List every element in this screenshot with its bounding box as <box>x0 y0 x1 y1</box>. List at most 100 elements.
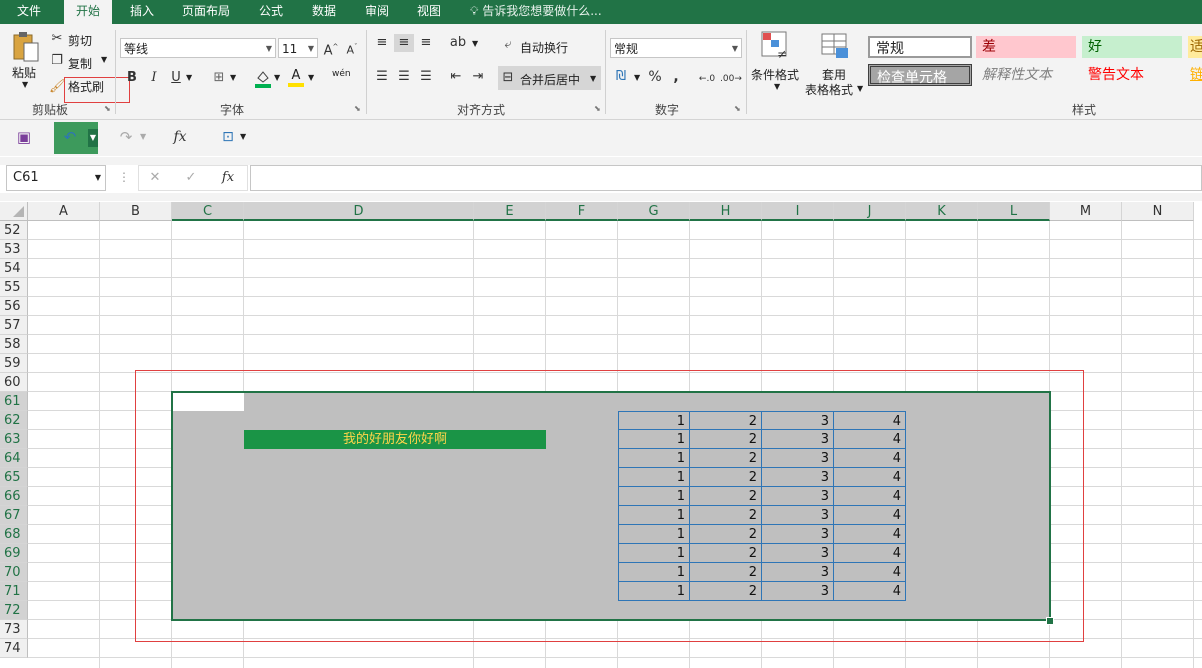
clipboard-launcher-icon[interactable]: ⬊ <box>104 104 111 113</box>
column-header-J[interactable]: J <box>834 202 906 221</box>
tell-me-box[interactable]: 💡︎ 告诉我您想要做什么... <box>470 0 602 24</box>
chevron-down-icon[interactable]: ▼ <box>634 73 640 82</box>
row-header-64[interactable]: 64 <box>0 449 28 468</box>
font-launcher-icon[interactable]: ⬊ <box>354 104 361 113</box>
style-warning[interactable]: 警告文本 <box>1082 64 1182 86</box>
number-format-combo[interactable]: 常规 ▼ <box>610 38 742 58</box>
column-header-G[interactable]: G <box>618 202 690 221</box>
increase-font-icon[interactable]: A^ <box>322 38 340 60</box>
row-header-72[interactable]: 72 <box>0 601 28 620</box>
percent-button[interactable]: % <box>646 68 664 86</box>
tab-page-layout[interactable]: 页面布局 <box>172 0 240 24</box>
row-header-61[interactable]: 61 <box>0 392 28 411</box>
column-header-C[interactable]: C <box>172 202 244 221</box>
style-normal[interactable]: 常规 <box>868 36 972 58</box>
tab-review[interactable]: 审阅 <box>356 0 398 24</box>
borders-icon[interactable]: ⊞ <box>210 69 228 87</box>
column-header-B[interactable]: B <box>100 202 172 221</box>
row-header-63[interactable]: 63 <box>0 430 28 449</box>
decrease-font-icon[interactable]: Aˇ <box>343 38 361 60</box>
decrease-indent-icon[interactable]: ⇤ <box>446 68 466 86</box>
increase-decimal-icon[interactable]: ←.0 <box>696 70 718 88</box>
row-header-70[interactable]: 70 <box>0 563 28 582</box>
chevron-down-icon[interactable]: ▼ <box>186 73 192 82</box>
insert-function-button[interactable]: fx <box>219 169 237 187</box>
row-header-68[interactable]: 68 <box>0 525 28 544</box>
copy-button[interactable]: 复制 <box>68 55 92 72</box>
style-bad[interactable]: 差 <box>976 36 1076 58</box>
merge-center-button[interactable]: ⊟ 合并后居中 ▼ <box>498 66 601 90</box>
paste-label[interactable]: 粘贴 <box>12 64 36 81</box>
italic-button[interactable]: I <box>146 69 162 87</box>
select-all-corner[interactable] <box>0 202 28 221</box>
column-header-N[interactable]: N <box>1122 202 1194 221</box>
paste-dropdown-icon[interactable]: ▼ <box>22 80 28 89</box>
column-header-E[interactable]: E <box>474 202 546 221</box>
row-header-73[interactable]: 73 <box>0 620 28 639</box>
font-color-icon[interactable]: A <box>288 68 304 88</box>
row-header-74[interactable]: 74 <box>0 639 28 658</box>
align-bottom-icon[interactable]: ≡ <box>416 34 436 52</box>
font-size-combo[interactable]: 11 ▼ <box>278 38 318 58</box>
row-header-55[interactable]: 55 <box>0 278 28 297</box>
chevron-down-icon[interactable]: ▼ <box>140 132 146 141</box>
conditional-format-button[interactable]: 条件格式 <box>751 66 799 83</box>
orientation-icon[interactable]: ab <box>448 34 468 52</box>
style-neutral[interactable]: 适 <box>1188 36 1202 58</box>
phonetic-icon[interactable]: wén <box>332 69 351 79</box>
column-header-L[interactable]: L <box>978 202 1050 221</box>
column-header-F[interactable]: F <box>546 202 618 221</box>
style-good[interactable]: 好 <box>1082 36 1182 58</box>
chevron-down-icon[interactable]: ▼ <box>230 73 236 82</box>
format-painter-button[interactable]: 格式刷 <box>68 78 104 95</box>
column-header-I[interactable]: I <box>762 202 834 221</box>
chevron-down-icon[interactable]: ▼ <box>774 82 780 91</box>
column-header-H[interactable]: H <box>690 202 762 221</box>
row-header-58[interactable]: 58 <box>0 335 28 354</box>
currency-icon[interactable]: ₪ <box>612 68 630 86</box>
column-header-K[interactable]: K <box>906 202 978 221</box>
align-middle-icon[interactable]: ≡ <box>394 34 414 52</box>
copy-icon[interactable]: ❐ <box>49 52 65 70</box>
scissors-icon[interactable]: ✂ <box>49 30 65 48</box>
font-name-combo[interactable]: 等线 ▼ <box>120 38 276 58</box>
conditional-format-icon[interactable]: ≠ <box>760 30 790 61</box>
row-header-53[interactable]: 53 <box>0 240 28 259</box>
tab-view[interactable]: 视图 <box>408 0 450 24</box>
chevron-down-icon[interactable]: ▼ <box>472 39 478 48</box>
column-header-D[interactable]: D <box>244 202 474 221</box>
row-header-56[interactable]: 56 <box>0 297 28 316</box>
chevron-down-icon[interactable]: ▼ <box>857 84 863 93</box>
insert-function-icon[interactable]: fx <box>170 128 190 146</box>
align-top-icon[interactable]: ≡ <box>372 34 392 52</box>
style-linked[interactable]: 链 <box>1188 64 1202 86</box>
cancel-icon[interactable]: ✕ <box>147 169 163 187</box>
bold-button[interactable]: B <box>124 69 140 87</box>
undo-button[interactable]: ↶ ▼ <box>54 122 98 154</box>
spreadsheet-grid[interactable]: ABCDEFGHIJKLMN 52 53 54 55 56 57 58 59 60 61 62 63 6… <box>0 202 1202 668</box>
row-header-60[interactable]: 60 <box>0 373 28 392</box>
brush-icon[interactable]: 🖌︎ <box>49 78 66 96</box>
fill-color-icon[interactable] <box>254 68 272 88</box>
chevron-down-icon[interactable]: ▼ <box>274 73 280 82</box>
wrap-text-icon[interactable]: ⤶ <box>500 36 516 54</box>
chevron-down-icon[interactable]: ▼ <box>240 132 246 141</box>
decrease-decimal-icon[interactable]: .00→ <box>720 70 742 88</box>
increase-indent-icon[interactable]: ⇥ <box>468 68 488 86</box>
paste-button[interactable] <box>10 30 42 64</box>
style-explanatory[interactable]: 解释性文本 <box>976 64 1076 86</box>
number-launcher-icon[interactable]: ⬊ <box>734 104 741 113</box>
underline-button[interactable]: U <box>168 69 184 87</box>
tab-data[interactable]: 数据 <box>302 0 346 24</box>
align-right-icon[interactable]: ☰ <box>416 68 436 86</box>
row-header-71[interactable]: 71 <box>0 582 28 601</box>
row-header-59[interactable]: 59 <box>0 354 28 373</box>
row-header-62[interactable]: 62 <box>0 411 28 430</box>
row-header-65[interactable]: 65 <box>0 468 28 487</box>
row-header-67[interactable]: 67 <box>0 506 28 525</box>
tab-file[interactable]: 文件 <box>8 0 50 24</box>
row-header-69[interactable]: 69 <box>0 544 28 563</box>
row-header-52[interactable]: 52 <box>0 221 28 240</box>
comma-button[interactable]: , <box>668 68 684 86</box>
table-format-icon[interactable] <box>820 30 850 60</box>
